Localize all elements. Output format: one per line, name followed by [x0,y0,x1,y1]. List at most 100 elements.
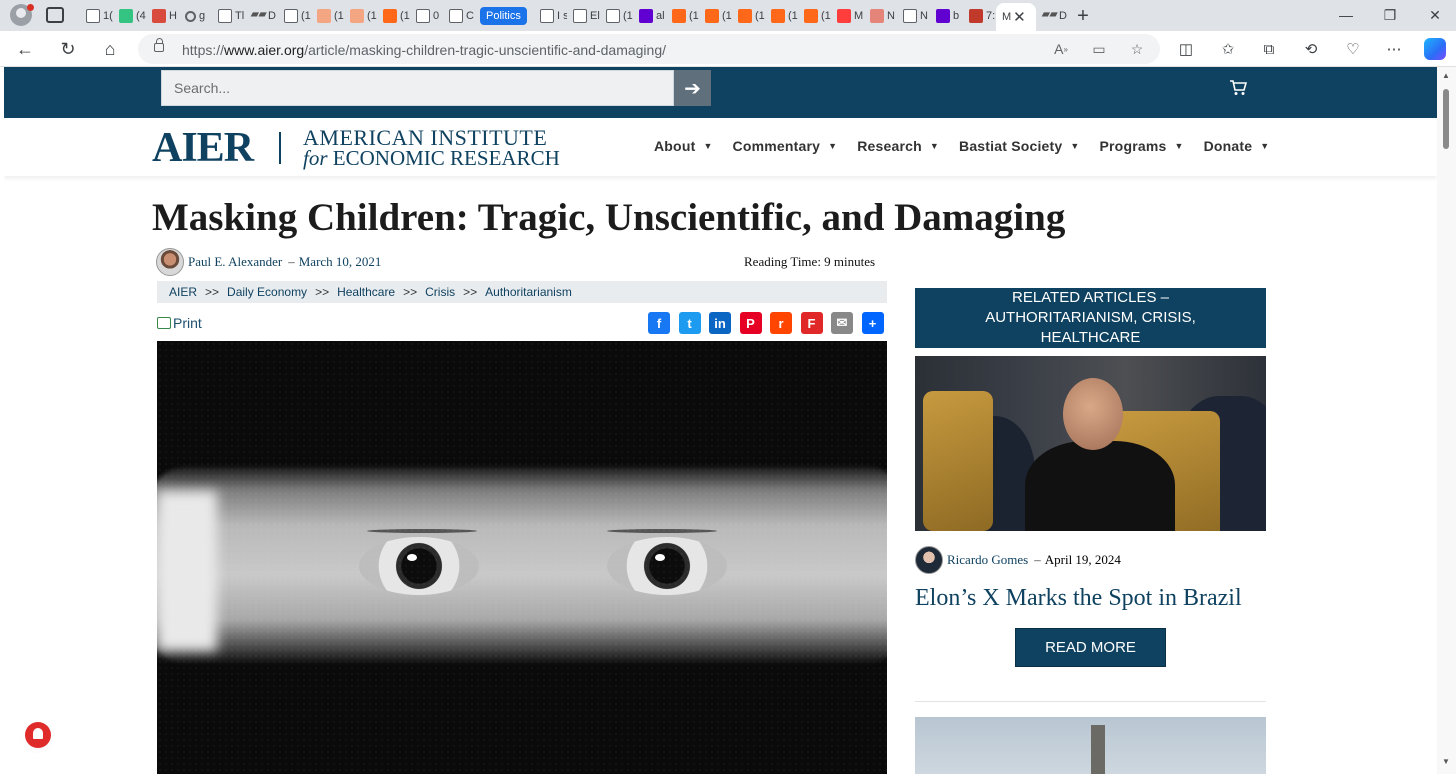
read-more-button[interactable]: READ MORE [1015,628,1166,667]
minimize-icon[interactable]: — [1334,4,1358,26]
tab-actions-icon[interactable] [46,7,64,23]
browser-tab[interactable]: N [864,3,897,29]
favorite-star-icon[interactable]: ☆ [1126,39,1148,59]
reddit-share-icon[interactable]: r [770,312,792,334]
doc-favicon-icon [606,9,620,23]
tab-label: g [199,10,206,22]
breadcrumb-link[interactable]: Healthcare [337,285,395,299]
immersive-reader-icon[interactable]: ▭ [1088,39,1110,59]
reload-icon[interactable]: ↻ [55,36,81,62]
scroll-down-icon[interactable]: ▼ [1442,757,1450,766]
browser-tab[interactable]: 1( [80,3,113,29]
browser-tab[interactable]: (1 [377,3,410,29]
scroll-thumb[interactable] [1443,89,1449,149]
nav-item-about[interactable]: About ▼ [654,138,713,154]
related-article-image[interactable] [915,356,1266,531]
close-window-icon[interactable]: ✕ [1423,4,1447,26]
browser-tab[interactable]: I s [534,3,567,29]
home-icon[interactable]: ⌂ [97,36,123,62]
notification-bell-icon[interactable] [25,722,51,748]
twitter-share-icon[interactable]: t [678,312,701,334]
favorites-icon[interactable]: ✩ [1217,39,1239,59]
pinterest-share-icon[interactable]: P [739,312,762,334]
facebook-share-icon[interactable]: f [648,312,670,334]
browser-tab[interactable]: (1 [666,3,699,29]
page-scrollbar[interactable]: ▲ ▼ [1437,67,1456,774]
breadcrumb-link[interactable]: Crisis [425,285,455,299]
browser-tab[interactable]: 0 [410,3,443,29]
print-button[interactable]: Print [157,315,202,331]
browser-tab[interactable]: (1 [344,3,377,29]
browser-tab[interactable]: (1 [732,3,765,29]
author-avatar[interactable] [156,248,184,276]
print-label: Print [173,315,202,331]
address-bar[interactable]: https://www.aier.org/article/masking-chi… [138,34,1160,64]
browser-tab[interactable]: 7: [963,3,996,29]
nav-item-programs[interactable]: Programs ▼ [1100,138,1184,154]
history-icon[interactable]: ⟲ [1300,39,1322,59]
nav-item-donate[interactable]: Donate ▼ [1204,138,1270,154]
related-author-avatar[interactable] [915,546,943,574]
breadcrumb-link[interactable]: Authoritarianism [485,285,572,299]
email-share-icon[interactable]: ✉ [831,312,853,334]
browser-tab[interactable]: H [146,3,179,29]
rr-favicon-icon [870,9,884,23]
browser-tab[interactable]: N [897,3,930,29]
site-search-input[interactable] [161,70,674,106]
tab-label: C [466,10,474,22]
tab-label: (4 [136,10,146,22]
browser-tab[interactable]: (1 [311,3,344,29]
breadcrumb-link[interactable]: AIER [169,285,197,299]
url-text[interactable]: https://www.aier.org/article/masking-chi… [182,42,666,58]
back-icon[interactable]: ← [12,36,38,62]
breadcrumb-link[interactable]: Daily Economy [227,285,307,299]
browser-essentials-icon[interactable]: ♡ [1342,39,1364,59]
browser-tab[interactable]: M [831,3,864,29]
nav-item-commentary[interactable]: Commentary ▼ [733,138,838,154]
publish-date[interactable]: March 10, 2021 [299,254,382,270]
read-aloud-icon[interactable]: A» [1050,39,1072,59]
cart-icon[interactable] [1229,80,1249,98]
browser-tab[interactable]: El [567,3,600,29]
tab-label: (1 [689,10,699,22]
browser-tab[interactable]: ▰▰ D [245,3,278,29]
browser-tab[interactable]: (1 [600,3,633,29]
browser-tab[interactable]: (1 [278,3,311,29]
author-link[interactable]: Paul E. Alexander [188,254,282,270]
search-submit-button[interactable]: ➔ [674,70,711,106]
collections-icon[interactable]: ⧉ [1258,39,1280,59]
scroll-up-icon[interactable]: ▲ [1442,71,1450,80]
tab-group-politics[interactable]: Politics [480,3,530,29]
browser-tab[interactable]: (4 [113,3,146,29]
nav-item-bastiat-society[interactable]: Bastiat Society ▼ [959,138,1079,154]
article-hero-image [157,341,887,774]
doc-favicon-icon [416,9,430,23]
linkedin-share-icon[interactable]: in [709,312,731,334]
browser-tab[interactable]: ▰▰ D [1036,3,1069,29]
browser-tab[interactable]: (1 [798,3,831,29]
related-article-image-2[interactable] [915,717,1266,774]
close-tab-icon[interactable]: ✕ [1013,8,1026,26]
related-author-link[interactable]: Ricardo Gomes [947,552,1028,568]
doc-favicon-icon [86,9,100,23]
related-article-title[interactable]: Elon’s X Marks the Spot in Brazil [915,585,1242,612]
browser-tab[interactable]: C [443,3,476,29]
restore-icon[interactable]: ❐ [1378,4,1402,26]
active-browser-tab[interactable]: M ✕ [996,3,1036,31]
browser-tab[interactable]: al [633,3,666,29]
new-tab-icon[interactable]: + [1069,3,1097,29]
browser-tab[interactable]: (1 [765,3,798,29]
flipboard-share-icon[interactable]: F [800,312,823,334]
lock-icon[interactable] [154,38,164,52]
share-share-icon[interactable]: + [861,312,884,334]
copilot-icon[interactable] [1424,38,1446,60]
settings-menu-icon[interactable]: ⋯ [1383,39,1405,59]
nav-item-research[interactable]: Research ▼ [857,138,939,154]
browser-tab[interactable]: (1 [699,3,732,29]
split-screen-icon[interactable]: ◫ [1175,39,1197,59]
browser-tab[interactable]: g [179,3,212,29]
browser-tab[interactable]: b [930,3,963,29]
aier-logo[interactable]: AIER AMERICAN INSTITUTE for ECONOMIC RES… [152,125,560,171]
browser-tab[interactable]: Tl [212,3,245,29]
chevron-down-icon: ▼ [703,141,713,151]
